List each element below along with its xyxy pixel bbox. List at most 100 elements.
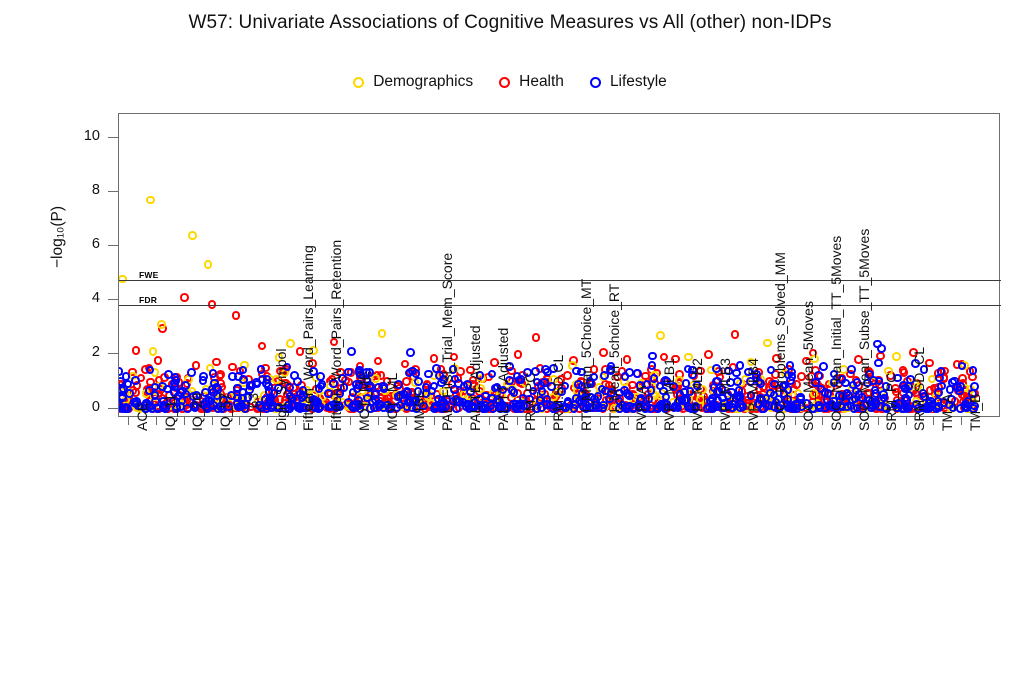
scatter-point [730,330,740,339]
legend-marker-icon [589,76,601,88]
scatter-point [316,371,325,381]
x-axis-tick [905,417,907,425]
threshold-label-fwe: FWE [139,269,159,280]
scatter-point [786,367,796,377]
x-axis-tick [461,417,463,425]
scatter-point [541,365,550,375]
x-axis-tick-label: RVP_MLB4 [744,358,761,431]
x-axis-tick-label: SRM_SD_CL [911,346,928,431]
x-axis-tick [433,417,435,425]
x-axis-tick-label: TM_B [966,393,983,431]
scatter-point [847,365,856,375]
scatter-point [411,369,421,378]
scatter-point [622,404,631,413]
x-axis-tick [572,417,574,425]
x-axis-tick [961,417,963,425]
x-axis-tick-label: RTI_Mean_5choice_RT [605,283,622,431]
scatter-point [648,351,658,361]
scatter-point [956,404,965,413]
x-axis-tick-label: Fifteen_Word_Pairs_Retention [328,239,345,431]
scatter-point [513,402,522,411]
x-axis-tick [822,417,824,425]
legend-marker-icon [353,76,365,88]
legend-item-label: Demographics [373,73,474,90]
scatter-point [945,385,955,394]
legend-item-label: Lifestyle [609,73,667,90]
x-axis-tick [322,417,324,425]
scatter-point [231,311,241,320]
x-axis-tick-label: SOC_Problems_Solved_MM [772,252,789,431]
scatter-point [732,368,741,378]
threshold-label-fdr: FDR [139,294,158,305]
scatter-point [146,195,155,205]
x-axis-tick-label: MOT_ME [355,371,372,431]
x-axis-tick-label: ACE [133,402,150,431]
scatter-point [892,352,901,362]
scatter-point [424,369,433,379]
x-axis-tick-label: PAL.TE.Adjusted [466,325,483,431]
scatter-point [400,359,410,369]
scatter-point [406,348,415,357]
x-axis-tick [711,417,713,425]
scatter-point [346,347,356,356]
scatter-point [239,374,249,384]
scatter-point [148,347,158,356]
scatter-point [815,403,825,412]
y-axis-tick [108,299,118,301]
x-axis-tick [516,417,518,425]
scatter-point [513,350,523,359]
scatter-point [377,329,387,338]
x-axis-tick [627,417,629,425]
x-axis-tick [294,417,296,425]
x-axis-tick-label: PAL_First_Trial_Mem_Score [439,252,456,431]
x-axis-tick-label: MOT_ML [383,372,400,431]
scatter-point [204,396,214,405]
scatter-point [344,367,353,377]
scatter-point [144,386,154,395]
x-axis-tick [683,417,685,425]
legend-item-label: Health [519,73,564,90]
x-axis-tick-label: TM_A [938,393,955,431]
x-axis-tick-label: IQ_11 [161,393,178,431]
scatter-point [633,369,642,378]
x-axis-tick-label: MMSE [411,389,428,431]
scatter-point [733,377,742,386]
y-axis-tick [108,407,118,409]
y-axis-tick-label: 8 [91,182,100,199]
scatter-point [953,383,962,392]
x-axis-tick-label: RVP_MLB3 [716,358,733,431]
scatter-point [188,231,197,241]
x-axis-tick [350,417,352,425]
scatter-point [819,362,828,372]
scatter-point [123,404,133,413]
x-axis-tick [156,417,158,425]
scatter-point [157,319,167,329]
scatter-point [877,344,886,353]
x-axis-tick-label: SRM_PC [883,372,900,431]
scatter-point [624,390,633,400]
scatter-point [622,354,632,364]
scatter-point [131,376,140,385]
scatter-point [232,384,242,393]
scatter-point [647,361,657,370]
x-axis-tick-label: Fifteen_Word_Pairs_Learning [300,245,317,431]
y-axis-tick-label: 2 [91,344,100,361]
x-axis-tick-label: RVP_MLB2 [689,358,705,431]
scatter-point [286,339,295,349]
x-axis-tick [267,417,269,425]
scatter-point [429,354,439,364]
y-axis-tick-label: 0 [91,398,100,415]
scatter-point [180,293,189,302]
scatter-point [238,365,248,375]
scatter-point [968,366,978,375]
x-axis-tick [850,417,852,425]
x-axis-tick [600,417,602,425]
scatter-point [843,402,852,411]
x-axis-tick [739,417,741,425]
x-axis-tick [794,417,796,425]
x-axis-tick [183,417,185,425]
scatter-point [569,404,579,413]
scatter-point [153,356,163,365]
x-axis-tick-label: PAL.TT.Adjusted [494,327,511,431]
y-axis-tick [108,191,118,193]
